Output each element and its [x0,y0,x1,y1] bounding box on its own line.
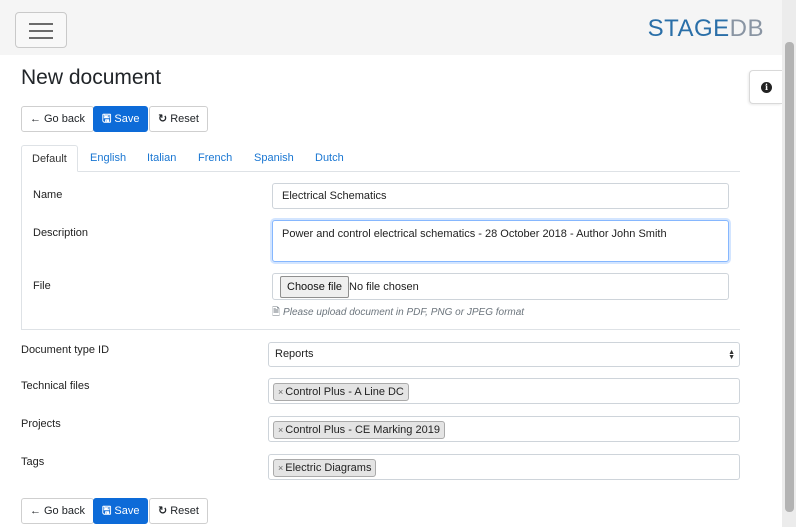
tab-default[interactable]: Default [21,145,78,172]
save-button[interactable]: 🖫 Save [93,106,149,132]
file-pdf-icon: 🗎 [272,307,281,318]
floppy-disk-icon: 🖫 [102,505,112,517]
name-input[interactable]: Electrical Schematics [272,183,729,209]
technical-files-label: Technical files [21,380,90,392]
tab-english[interactable]: English [80,145,136,172]
menu-toggle-button[interactable] [15,12,67,48]
hamburger-icon [29,37,53,39]
go-back-button[interactable]: ← Go back [21,106,94,132]
select-arrows-icon: ▲ ▼ [728,349,735,361]
tag-chip[interactable]: × Electric Diagrams [273,459,377,477]
arrow-left-icon: ← [30,505,41,517]
reset-button-bottom[interactable]: ↻ Reset [149,498,208,524]
file-label: File [33,280,51,292]
file-input[interactable]: Choose file No file chosen [272,273,729,300]
tab-spanish[interactable]: Spanish [244,145,304,172]
document-type-select[interactable]: Reports ▲ ▼ [268,342,740,367]
top-navbar: STAGEDB [0,0,782,55]
technical-file-tag[interactable]: × Control Plus - A Line DC [273,383,409,401]
floppy-disk-icon: 🖫 [102,113,112,125]
tab-french[interactable]: French [188,145,242,172]
page-title: New document [21,66,162,89]
file-help-text: 🗎 Please upload document in PDF, PNG or J… [272,307,525,318]
remove-tag-icon[interactable]: × [278,387,283,397]
arrow-left-icon: ← [30,113,41,125]
info-button[interactable]: i [749,70,782,104]
tab-italian[interactable]: Italian [137,145,186,172]
page-scrollbar[interactable] [782,0,796,527]
choose-file-button[interactable]: Choose file [280,276,350,298]
refresh-icon: ↻ [158,113,168,125]
projects-label: Projects [21,418,61,430]
scrollbar-thumb[interactable] [785,42,794,512]
tags-label: Tags [21,456,45,468]
hamburger-icon [29,23,53,25]
go-back-button-bottom[interactable]: ← Go back [21,498,94,524]
description-label: Description [33,227,89,239]
file-status: No file chosen [349,281,419,293]
description-textarea[interactable]: Power and control electrical schematics … [272,220,729,262]
tags-select[interactable]: × Electric Diagrams [268,454,740,480]
document-type-label: Document type ID [21,344,110,356]
name-label: Name [33,189,63,201]
project-tag[interactable]: × Control Plus - CE Marking 2019 [273,421,445,439]
reset-button[interactable]: ↻ Reset [149,106,208,132]
remove-tag-icon[interactable]: × [278,425,283,435]
hamburger-icon [29,30,53,32]
projects-select[interactable]: × Control Plus - CE Marking 2019 [268,416,740,442]
save-button-bottom[interactable]: 🖫 Save [93,498,149,524]
remove-tag-icon[interactable]: × [278,463,283,473]
brand-logo[interactable]: STAGEDB [648,15,764,43]
info-icon: i [761,82,772,93]
tab-dutch[interactable]: Dutch [305,145,354,172]
technical-files-select[interactable]: × Control Plus - A Line DC [268,378,740,404]
refresh-icon: ↻ [158,505,168,517]
